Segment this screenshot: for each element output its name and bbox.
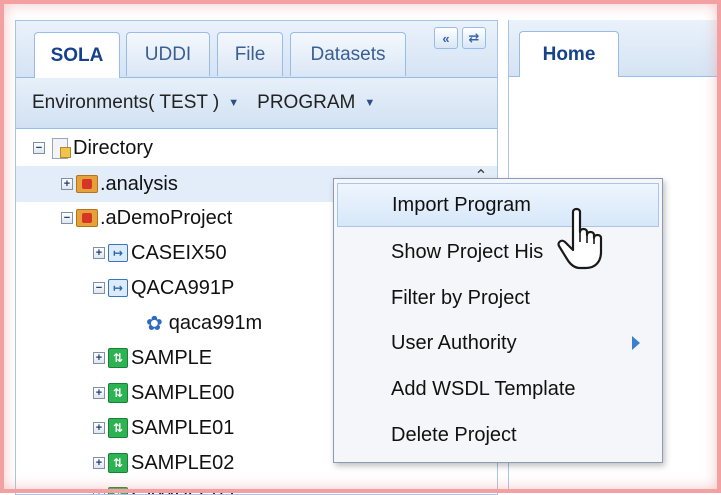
tab-datasets[interactable]: Datasets: [290, 32, 406, 76]
environments-label: Environments( TEST ): [32, 92, 219, 114]
tree-node-label: .aDemoProject: [100, 207, 232, 230]
tree-node-analysis[interactable]: + .analysis: [61, 167, 178, 201]
expand-icon[interactable]: +: [93, 387, 105, 399]
collapse-panel-icon[interactable]: «: [434, 27, 458, 49]
expand-icon[interactable]: +: [93, 422, 105, 434]
expand-icon[interactable]: +: [93, 491, 105, 495]
menu-item-label: Add WSDL Template: [391, 378, 576, 401]
tree-node-label: SAMPLE02: [131, 452, 234, 475]
tab-file[interactable]: File: [217, 32, 283, 76]
chevron-down-icon: ▼: [364, 97, 375, 109]
expand-icon[interactable]: +: [93, 352, 105, 364]
navigator-tabstrip: SOLA UDDI File Datasets « ⇄: [16, 21, 497, 78]
menu-item-filter-by-project[interactable]: Filter by Project: [334, 276, 662, 320]
tree-node-label: qaca991m: [169, 312, 262, 335]
menu-item-label: Show Project His: [391, 241, 543, 264]
tree-node-sample00[interactable]: + ⇅ SAMPLE00: [93, 376, 234, 410]
gear-icon: ✿: [146, 311, 163, 336]
tree-node-ademoproject[interactable]: − .aDemoProject: [61, 201, 232, 235]
content-tabstrip: Home: [509, 20, 721, 77]
tree-node-qaca991p[interactable]: − ↦ QACA991P: [93, 271, 234, 305]
submenu-arrow-icon: [632, 336, 640, 350]
refresh-icon[interactable]: ⇄: [462, 27, 486, 49]
navigator-toolbar: Environments( TEST ) ▼ PROGRAM ▼: [16, 78, 497, 129]
menu-item-label: Import Program: [392, 194, 531, 217]
project-folder-icon: [76, 209, 98, 227]
collapse-icon[interactable]: −: [61, 212, 73, 224]
tree-node-sample[interactable]: + ⇅ SAMPLE: [93, 341, 212, 375]
menu-item-label: User Authority: [391, 332, 517, 355]
program-dropdown[interactable]: PROGRAM ▼: [257, 92, 375, 114]
program-link-icon: ↦: [108, 244, 128, 262]
tab-uddi[interactable]: UDDI: [126, 32, 210, 76]
project-folder-icon: [76, 175, 98, 193]
tree-node-label: SAMPLE: [131, 347, 212, 370]
expand-icon[interactable]: +: [93, 457, 105, 469]
tree-node-label: SAMPLE03: [131, 486, 234, 495]
service-icon: ⇅: [108, 418, 128, 438]
tree-node-label: SAMPLE01: [131, 417, 234, 440]
service-icon: ⇅: [108, 453, 128, 473]
service-icon: ⇅: [108, 383, 128, 403]
service-icon: ⇅: [108, 348, 128, 368]
tree-node-caseix50[interactable]: + ↦ CASEIX50: [93, 236, 227, 270]
tree-node-qaca991m[interactable]: ✿ qaca991m: [146, 306, 262, 340]
tree-node-directory[interactable]: − Directory: [33, 131, 153, 165]
expand-icon[interactable]: +: [61, 178, 73, 190]
tree-node-label: Directory: [73, 137, 153, 160]
environments-dropdown[interactable]: Environments( TEST ) ▼: [32, 92, 239, 114]
tab-sola[interactable]: SOLA: [34, 32, 120, 78]
menu-item-label: Delete Project: [391, 424, 517, 447]
tree-node-label: QACA991P: [131, 277, 234, 300]
menu-item-add-wsdl-template[interactable]: Add WSDL Template: [334, 367, 662, 411]
program-label: PROGRAM: [257, 92, 355, 114]
collapse-icon[interactable]: −: [93, 282, 105, 294]
program-link-icon: ↦: [108, 279, 128, 297]
directory-icon: [48, 137, 70, 159]
menu-item-delete-project[interactable]: Delete Project: [334, 413, 662, 457]
hand-pointer-icon: [553, 206, 623, 272]
tree-node-label: SAMPLE00: [131, 382, 234, 405]
collapse-icon[interactable]: −: [33, 142, 45, 154]
tree-node-sample01[interactable]: + ⇅ SAMPLE01: [93, 411, 234, 445]
tree-node-label: .analysis: [100, 173, 178, 196]
tree-node-sample02[interactable]: + ⇅ SAMPLE02: [93, 446, 234, 480]
expand-icon[interactable]: +: [93, 247, 105, 259]
tree-node-label: CASEIX50: [131, 242, 227, 265]
menu-item-label: Filter by Project: [391, 287, 530, 310]
service-icon: ⇅: [108, 487, 128, 495]
tab-home[interactable]: Home: [519, 31, 619, 77]
chevron-down-icon: ▼: [228, 97, 239, 109]
menu-item-user-authority[interactable]: User Authority: [334, 321, 662, 365]
